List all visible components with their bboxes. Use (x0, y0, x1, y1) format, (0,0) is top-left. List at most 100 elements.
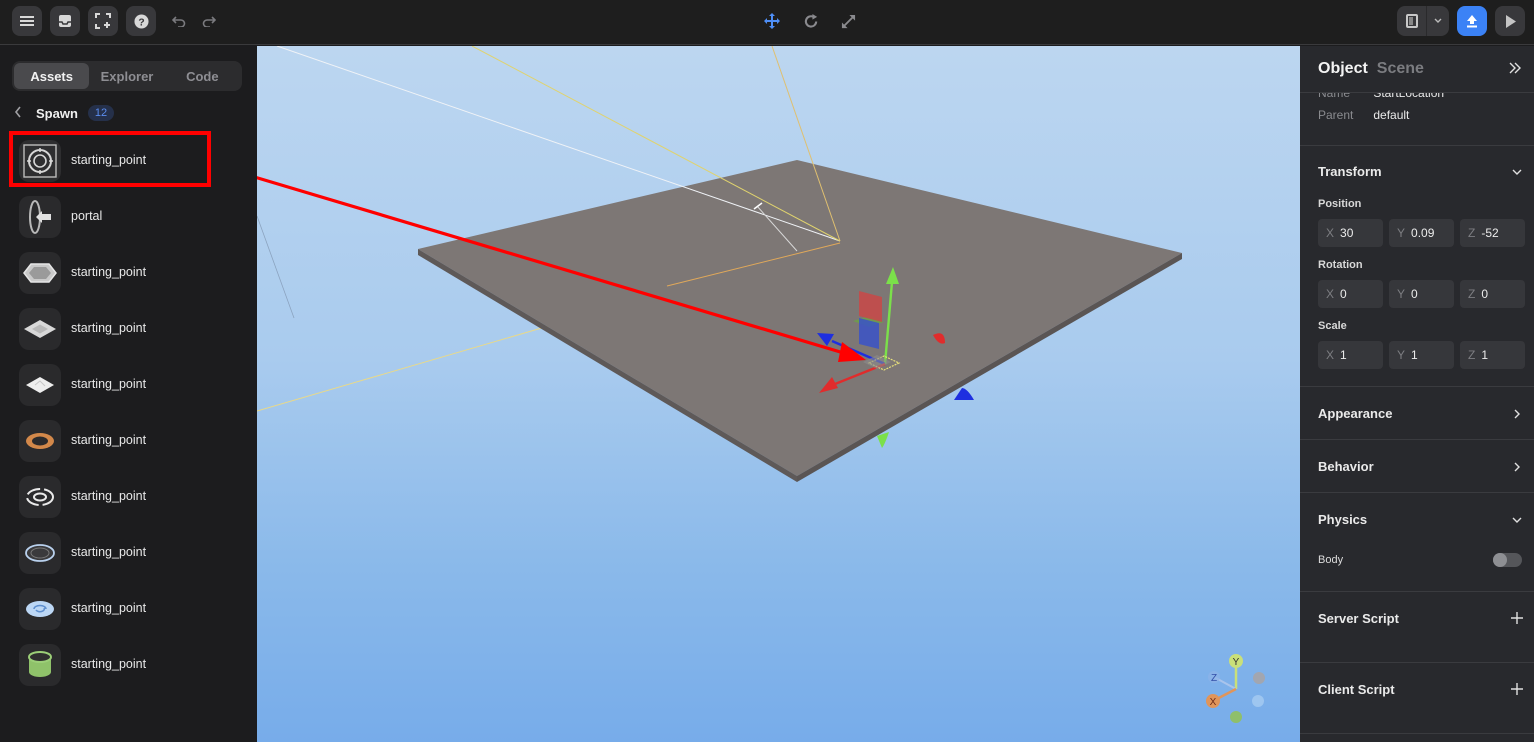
asset-item[interactable]: starting_point (0, 412, 257, 468)
scale-y-field[interactable]: Y1 (1389, 341, 1454, 369)
body-toggle[interactable] (1493, 553, 1522, 567)
appearance-header[interactable]: Appearance (1318, 406, 1392, 421)
scene-guide-line (257, 215, 295, 319)
asset-label: starting_point (71, 265, 147, 279)
play-icon (1505, 14, 1516, 28)
swirl-disc-icon (26, 601, 54, 617)
portal-icon (29, 200, 51, 234)
behavior-header[interactable]: Behavior (1318, 459, 1374, 474)
scale-icon (841, 14, 855, 28)
scene-canvas[interactable] (257, 46, 1300, 742)
asset-label: starting_point (71, 489, 147, 503)
scale-z-field[interactable]: Z1 (1460, 341, 1525, 369)
tab-object[interactable]: Object (1318, 60, 1368, 78)
hexagon-pad-icon (23, 263, 57, 283)
asset-thumbnail (19, 196, 61, 238)
asset-thumbnail (19, 532, 61, 574)
position-z-field[interactable]: Z -52 (1460, 219, 1525, 247)
client-script-header: Client Script (1318, 682, 1395, 697)
properties-header: Object Scene (1300, 46, 1534, 93)
asset-item[interactable]: portal (0, 188, 257, 244)
transform-section: Transform Position X 30 Y 0.09 Z -52 Rotati… (1300, 145, 1534, 386)
asset-item[interactable]: starting_point (0, 244, 257, 300)
tab-scene[interactable]: Scene (1377, 60, 1424, 78)
top-toolbar: ? (0, 0, 1534, 45)
menu-button[interactable] (12, 6, 42, 36)
inbox-button[interactable] (50, 6, 80, 36)
gizmo-plane-yz[interactable] (859, 318, 879, 349)
asset-list: starting_point portal starting_point sta… (0, 132, 257, 692)
axis-neg-x-ball[interactable] (1253, 672, 1265, 684)
physics-header[interactable]: Physics (1318, 512, 1367, 527)
properties-panel: Object Scene Name StartLocation Parent d… (1300, 46, 1534, 742)
transform-header[interactable]: Transform (1318, 164, 1382, 179)
server-script-header: Server Script (1318, 611, 1399, 626)
asset-label: starting_point (71, 601, 147, 615)
rotation-label: Rotation (1318, 259, 1363, 271)
plus-icon[interactable] (1510, 611, 1524, 625)
asset-item[interactable]: starting_point (0, 524, 257, 580)
move-tool-button[interactable] (759, 8, 785, 34)
scale-x-field[interactable]: X1 (1318, 341, 1383, 369)
breadcrumb: Spawn 12 (14, 103, 115, 123)
asset-item[interactable]: starting_point (0, 468, 257, 524)
add-frame-button[interactable] (88, 6, 118, 36)
collapse-panel-button[interactable] (1506, 59, 1524, 77)
publish-icon (1467, 15, 1477, 28)
asset-label: starting_point (71, 377, 147, 391)
chevron-right-icon[interactable] (1510, 407, 1524, 421)
asset-item[interactable]: starting_point (0, 300, 257, 356)
layout-toggle-button[interactable] (1397, 6, 1427, 36)
rotation-x-field[interactable]: X0 (1318, 280, 1383, 308)
rotation-fields: X0 Y0 Z0 (1318, 280, 1525, 308)
axis-neg-z-ball[interactable] (1252, 695, 1264, 707)
crosshair-target-icon (23, 144, 57, 178)
position-x-field[interactable]: X 30 (1318, 219, 1383, 247)
play-button[interactable] (1495, 6, 1525, 36)
rotate-tool-button[interactable] (798, 8, 824, 34)
asset-item[interactable]: starting_point (0, 636, 257, 692)
asset-item[interactable]: starting_point (0, 580, 257, 636)
tab-explorer[interactable]: Explorer (89, 63, 164, 89)
property-value[interactable]: default (1373, 108, 1409, 122)
plus-icon[interactable] (1510, 682, 1524, 696)
asset-item[interactable]: starting_point (0, 356, 257, 412)
rotation-y-field[interactable]: Y0 (1389, 280, 1454, 308)
position-fields: X 30 Y 0.09 Z -52 (1318, 219, 1525, 247)
chevron-right-icon[interactable] (1510, 460, 1524, 474)
axis-orientation-gizmo[interactable]: Y Z X (1200, 651, 1280, 726)
layout-icon (1405, 14, 1418, 28)
asset-item[interactable]: starting_point (0, 132, 257, 188)
position-label: Position (1318, 198, 1362, 210)
axis-neg-y-ball[interactable] (1230, 711, 1242, 723)
square-pad-icon (24, 320, 56, 338)
green-cylinder-icon (28, 651, 52, 677)
layout-dropdown-button[interactable] (1427, 6, 1449, 36)
asset-thumbnail (19, 364, 61, 406)
tab-code[interactable]: Code (165, 63, 240, 89)
3d-viewport[interactable]: Y Z X (257, 46, 1300, 742)
rotate-handle-z[interactable] (954, 388, 974, 400)
redo-button[interactable] (196, 8, 222, 34)
appearance-section[interactable]: Appearance (1300, 386, 1534, 439)
help-button[interactable]: ? (126, 6, 156, 36)
chevron-left-icon[interactable] (14, 105, 26, 121)
behavior-section[interactable]: Behavior (1300, 439, 1534, 492)
tab-assets[interactable]: Assets (14, 63, 90, 89)
publish-button[interactable] (1457, 6, 1487, 36)
layout-split-button[interactable] (1397, 6, 1449, 36)
double-chevron-right-icon (1509, 62, 1521, 74)
scale-label: Scale (1318, 320, 1347, 332)
scale-tool-button[interactable] (835, 8, 861, 34)
orbit-ring-icon (26, 488, 54, 506)
chevron-down-icon[interactable] (1510, 165, 1524, 179)
section-divider (1300, 733, 1534, 742)
physics-section: Physics Body (1300, 492, 1534, 591)
undo-button[interactable] (166, 8, 192, 34)
category-title: Spawn (36, 105, 78, 121)
chevron-down-icon[interactable] (1510, 513, 1524, 527)
rotation-z-field[interactable]: Z0 (1460, 280, 1525, 308)
property-parent-row: Parent default (1318, 108, 1409, 122)
position-y-field[interactable]: Y 0.09 (1389, 219, 1454, 247)
asset-thumbnail (19, 476, 61, 518)
